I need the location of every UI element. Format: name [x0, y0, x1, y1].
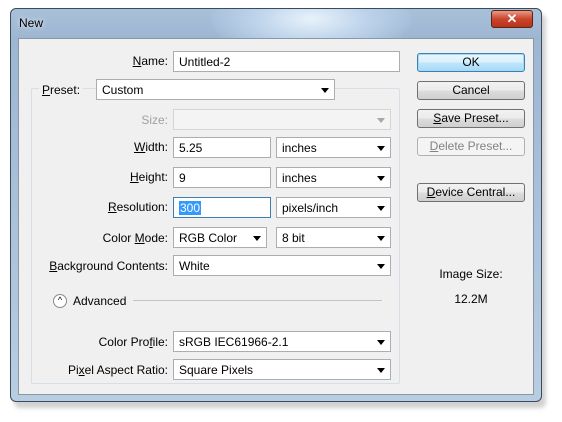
background-contents-select[interactable]: White — [173, 255, 391, 276]
background-contents-label: Background Contents: — [49, 259, 168, 273]
close-icon: ✕ — [506, 11, 518, 26]
chevron-down-icon — [377, 118, 385, 123]
background-contents-value: White — [179, 259, 210, 273]
resolution-input[interactable]: 300 — [173, 197, 271, 218]
resolution-label: Resolution: — [107, 200, 168, 214]
bit-depth-value: 8 bit — [282, 231, 305, 245]
preset-select[interactable]: Custom — [96, 79, 335, 100]
resolution-unit-value: pixels/inch — [282, 201, 339, 215]
color-profile-label: Color Profile: — [98, 335, 168, 349]
device-central-button[interactable]: Device Central... — [417, 183, 525, 202]
pixel-aspect-ratio-label: Pixel Aspect Ratio: — [67, 363, 168, 377]
color-mode-value: RGB Color — [179, 231, 238, 245]
color-mode-label: Color Mode: — [102, 231, 168, 245]
width-input[interactable]: 5.25 — [173, 137, 271, 158]
preset-label: Preset: — [39, 83, 84, 97]
height-unit-value: inches — [282, 171, 317, 185]
height-unit-select[interactable]: inches — [276, 167, 391, 188]
name-label: Name: — [132, 54, 168, 68]
collapse-advanced-icon[interactable]: ^ — [53, 294, 67, 308]
image-size-label: Image Size: — [439, 267, 503, 281]
chevron-down-icon — [377, 236, 385, 241]
dialog-body: Name: Untitled-2 Preset: Custom Size: Wi… — [18, 38, 534, 395]
chevron-down-icon — [377, 368, 385, 373]
image-size-value: 12.2M — [454, 292, 488, 306]
width-label: Width: — [133, 140, 168, 154]
color-profile-value: sRGB IEC61966-2.1 — [179, 335, 289, 349]
height-input[interactable]: 9 — [173, 167, 271, 188]
ok-button[interactable]: OK — [417, 53, 525, 72]
pixel-aspect-ratio-select[interactable]: Square Pixels — [173, 359, 391, 380]
new-document-dialog: New ✕ Name: Untitled-2 Preset: Custom Si… — [10, 8, 542, 402]
advanced-divider — [133, 300, 382, 301]
name-input[interactable]: Untitled-2 — [173, 51, 400, 72]
save-preset-button[interactable]: Save Preset... — [417, 109, 525, 128]
bit-depth-select[interactable]: 8 bit — [276, 227, 391, 248]
cancel-button[interactable]: Cancel — [417, 81, 525, 100]
height-label: Height: — [129, 170, 168, 184]
width-unit-select[interactable]: inches — [276, 137, 391, 158]
chevron-down-icon — [253, 236, 261, 241]
pixel-aspect-ratio-value: Square Pixels — [179, 363, 254, 377]
close-button[interactable]: ✕ — [491, 10, 533, 28]
chevron-down-icon — [377, 264, 385, 269]
color-profile-select[interactable]: sRGB IEC61966-2.1 — [173, 331, 391, 352]
dialog-title: New — [19, 16, 44, 30]
chevron-down-icon — [377, 176, 385, 181]
width-unit-value: inches — [282, 141, 317, 155]
chevron-down-icon — [377, 146, 385, 151]
resolution-value: 300 — [179, 201, 202, 215]
advanced-label: Advanced — [73, 294, 127, 308]
size-select — [173, 109, 391, 130]
preset-value: Custom — [102, 83, 144, 97]
chevron-down-icon — [321, 88, 329, 93]
delete-preset-button: Delete Preset... — [417, 137, 525, 156]
size-label: Size: — [141, 113, 168, 127]
chevron-down-icon — [377, 340, 385, 345]
color-mode-select[interactable]: RGB Color — [173, 227, 267, 248]
chevron-down-icon — [377, 206, 385, 211]
resolution-unit-select[interactable]: pixels/inch — [276, 197, 391, 218]
